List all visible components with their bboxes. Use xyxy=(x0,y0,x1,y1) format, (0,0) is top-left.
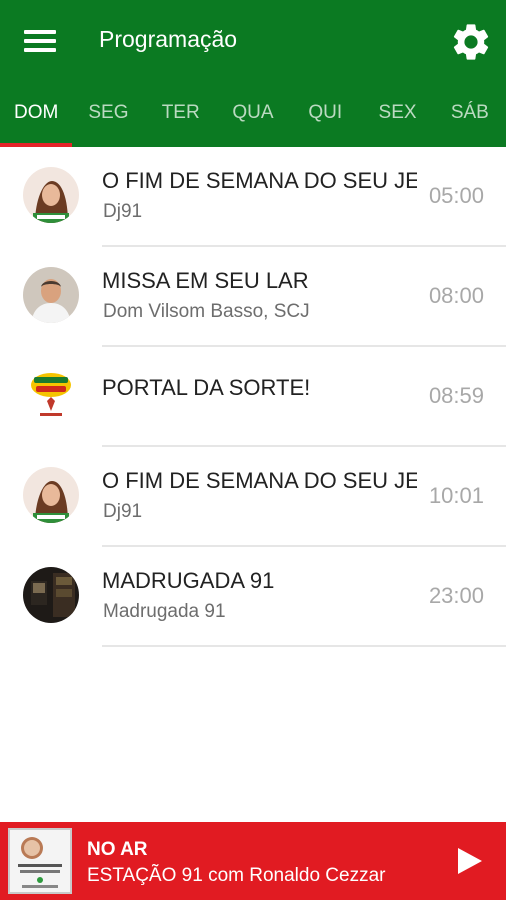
on-air-label: NO AR xyxy=(87,839,148,860)
tab-seg[interactable]: SEG xyxy=(72,94,144,144)
app-bar: Programação DOM SEG TER QUA QUI SEX SÁB xyxy=(0,0,506,147)
program-title: MADRUGADA 91 xyxy=(102,568,275,593)
list-item[interactable]: PORTAL DA SORTE! 08:59 xyxy=(0,347,506,447)
program-host: Dom Vilsom Basso, SCJ xyxy=(103,301,310,322)
tab-sab[interactable]: SÁB xyxy=(434,94,506,144)
portal-da-sorte-logo-icon xyxy=(23,367,79,423)
list-item[interactable]: O FIM DE SEMANA DO SEU JEITO Dj91 05:00 xyxy=(0,147,506,247)
program-title: PORTAL DA SORTE! xyxy=(102,375,311,400)
tab-ter[interactable]: TER xyxy=(145,94,217,144)
day-tabs: DOM SEG TER QUA QUI SEX SÁB xyxy=(0,94,506,144)
program-host: Madrugada 91 xyxy=(103,601,226,622)
tab-qua[interactable]: QUA xyxy=(217,94,289,144)
tab-qui[interactable]: QUI xyxy=(289,94,361,144)
now-playing-title: ESTAÇÃO 91 com Ronaldo Cezzar xyxy=(87,865,386,886)
program-host: Dj91 xyxy=(103,501,143,522)
list-item[interactable]: O FIM DE SEMANA DO SEU JEITO Dj91 10:01 xyxy=(0,447,506,547)
now-playing-bar[interactable]: NO AR ESTAÇÃO 91 com Ronaldo Cezzar xyxy=(0,822,506,900)
host-photo-avatar xyxy=(23,167,79,223)
now-playing-thumbnail xyxy=(8,828,72,894)
program-title: O FIM DE SEMANA DO SEU JEITO xyxy=(102,468,417,493)
list-item[interactable]: MADRUGADA 91 Madrugada 91 23:00 xyxy=(0,547,506,647)
program-photo-avatar xyxy=(23,567,79,623)
program-time: 05:00 xyxy=(428,183,484,208)
program-time: 08:00 xyxy=(428,283,484,308)
page-title: Programação xyxy=(99,26,238,52)
hamburger-menu-icon[interactable] xyxy=(24,28,56,54)
list-item[interactable]: MISSA EM SEU LAR Dom Vilsom Basso, SCJ 0… xyxy=(0,247,506,347)
program-host: Dj91 xyxy=(103,201,143,222)
program-title: O FIM DE SEMANA DO SEU JEITO xyxy=(102,168,417,193)
program-time: 23:00 xyxy=(428,583,484,608)
tab-sex[interactable]: SEX xyxy=(361,94,433,144)
gear-icon[interactable] xyxy=(449,20,493,64)
program-time: 10:01 xyxy=(428,483,484,508)
program-title: MISSA EM SEU LAR xyxy=(102,268,309,293)
schedule-list: O FIM DE SEMANA DO SEU JEITO Dj91 05:00 … xyxy=(0,147,506,647)
host-photo-avatar xyxy=(23,267,79,323)
play-icon[interactable] xyxy=(452,844,486,878)
tab-dom[interactable]: DOM xyxy=(0,94,72,144)
program-time: 08:59 xyxy=(428,383,484,408)
host-photo-avatar xyxy=(23,467,79,523)
